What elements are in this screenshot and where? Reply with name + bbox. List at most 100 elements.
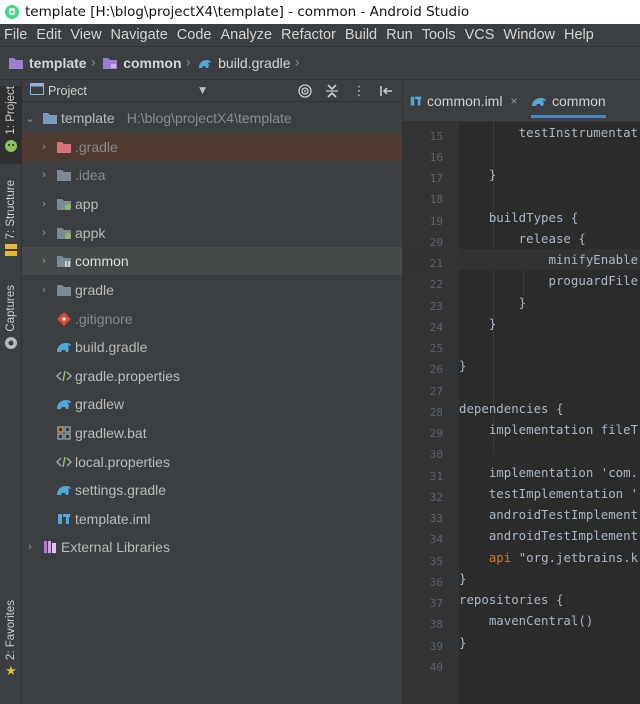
tree-item-gradlew[interactable]: gradlew — [22, 390, 402, 418]
chevron-right-icon: › — [294, 55, 301, 71]
line-number: 19 — [429, 215, 443, 228]
chevron-right-icon: › — [42, 255, 46, 267]
tree-item-local-properties[interactable]: local.properties — [22, 448, 402, 476]
menu-code[interactable]: Code — [177, 27, 212, 43]
library-module-icon — [56, 253, 72, 269]
tree-root[interactable]: ⌄ template H:\blog\projectX4\template — [22, 104, 402, 132]
tree-item-label: local.properties — [75, 454, 170, 470]
project-panel-header: Project ▼ ⋮ — [22, 80, 402, 102]
line-number: 29 — [429, 427, 443, 440]
folder-icon — [56, 282, 72, 298]
line-number: 27 — [429, 385, 443, 398]
tree-item-label: app — [75, 196, 99, 212]
breadcrumb-module[interactable]: common — [102, 55, 182, 71]
breadcrumb-module-label: common — [123, 55, 182, 71]
iml-file-icon — [56, 511, 72, 527]
tool-window-captures[interactable]: Captures — [0, 285, 22, 355]
line-number: 39 — [429, 640, 443, 653]
line-number: 23 — [429, 300, 443, 313]
project-view-select[interactable]: Project ▼ — [30, 82, 206, 100]
line-number: 28 — [429, 406, 443, 419]
code-area[interactable]: testInstrumentat } buildTypes { release … — [459, 122, 640, 704]
tool-window-project-label: 1: Project — [5, 86, 17, 135]
window-title: template [H:\blog\projectX4\template] - … — [25, 4, 470, 20]
tree-item-gradle-properties[interactable]: gradle.properties — [22, 362, 402, 390]
breadcrumb-file[interactable]: build.gradle — [197, 55, 291, 71]
tree-item-label: gradlew.bat — [75, 425, 147, 441]
project-panel-actions: ⋮ — [288, 80, 396, 102]
editor-tabs: common.iml × common — [403, 80, 640, 122]
tree-item-template-iml[interactable]: template.iml — [22, 505, 402, 533]
close-icon[interactable]: × — [510, 94, 517, 108]
breadcrumb-file-label: build.gradle — [218, 55, 291, 71]
line-number: 25 — [429, 342, 443, 355]
line-number: 37 — [429, 597, 443, 610]
android-icon — [4, 139, 18, 157]
line-number: 30 — [429, 448, 443, 461]
menu-tools[interactable]: Tools — [422, 27, 456, 43]
tab-common[interactable]: common — [531, 86, 606, 118]
module-folder-icon — [56, 196, 72, 212]
line-number: 15 — [429, 130, 443, 143]
menu-edit[interactable]: Edit — [36, 27, 61, 43]
scroll-from-source-icon[interactable] — [295, 81, 315, 101]
code-line: implementation 'com. — [459, 465, 639, 480]
menu-help[interactable]: Help — [564, 27, 594, 43]
tree-item-gradlew-bat[interactable]: gradlew.bat — [22, 419, 402, 447]
chevron-right-icon: › — [42, 227, 46, 239]
menu-build[interactable]: Build — [345, 27, 377, 43]
tool-window-project[interactable]: 1: Project — [0, 86, 22, 164]
more-options-icon[interactable]: ⋮ — [349, 81, 369, 101]
breadcrumb-root[interactable]: template — [8, 55, 87, 71]
code-line: testImplementation ' — [459, 486, 639, 501]
collapse-all-icon[interactable] — [322, 81, 342, 101]
tree-item-idea[interactable]: › .idea — [22, 161, 402, 189]
tab-common-iml[interactable]: common.iml × — [409, 90, 517, 112]
project-folder-icon — [8, 56, 24, 70]
tree-item-settings-gradle[interactable]: settings.gradle — [22, 476, 402, 504]
gradle-icon — [56, 482, 72, 498]
code-line: api "org.jetbrains.k — [488, 550, 639, 565]
tool-window-favorites[interactable]: 2: Favorites ★ — [0, 600, 22, 680]
menu-view[interactable]: View — [70, 27, 101, 43]
code-line: proguardFile — [459, 273, 639, 288]
menu-file[interactable]: File — [4, 27, 27, 43]
hide-panel-icon[interactable] — [376, 81, 396, 101]
project-view-icon — [30, 82, 44, 99]
code-line: mavenCentral() — [459, 613, 594, 628]
structure-icon — [4, 243, 18, 261]
properties-file-icon — [56, 454, 72, 470]
code-line: androidTestImplement — [459, 507, 639, 522]
folder-icon — [56, 167, 72, 183]
menu-navigate[interactable]: Navigate — [111, 27, 168, 43]
code-line: } — [459, 316, 497, 331]
line-number: 34 — [429, 533, 443, 546]
tree-item-common[interactable]: › common — [22, 247, 402, 275]
tree-item-external-libraries[interactable]: › External Libraries — [22, 533, 402, 561]
menu-refactor[interactable]: Refactor — [281, 27, 336, 43]
line-number: 21 — [403, 249, 443, 270]
menu-window[interactable]: Window — [503, 27, 555, 43]
chevron-down-icon: ▼ — [199, 85, 206, 96]
menu-analyze[interactable]: Analyze — [220, 27, 272, 43]
tree-item-label: External Libraries — [61, 539, 170, 555]
tree-item-gradle-cache[interactable]: › .gradle — [22, 133, 402, 161]
line-number: 36 — [429, 576, 443, 589]
tree-item-build-gradle[interactable]: build.gradle — [22, 333, 402, 361]
gradle-icon — [197, 56, 213, 70]
menu-vcs[interactable]: VCS — [465, 27, 495, 43]
tree-item-appk[interactable]: › appk — [22, 219, 402, 247]
line-number: 18 — [429, 193, 443, 206]
line-number: 16 — [429, 151, 443, 164]
menu-run[interactable]: Run — [386, 27, 413, 43]
module-folder-icon — [102, 56, 118, 70]
tree-item-label: gradle — [75, 282, 114, 298]
tool-window-structure[interactable]: 7: Structure — [0, 180, 22, 264]
tree-item-app[interactable]: › app — [22, 190, 402, 218]
tree-item-gitignore[interactable]: .gitignore — [22, 305, 402, 333]
tree-item-gradle[interactable]: › gradle — [22, 276, 402, 304]
